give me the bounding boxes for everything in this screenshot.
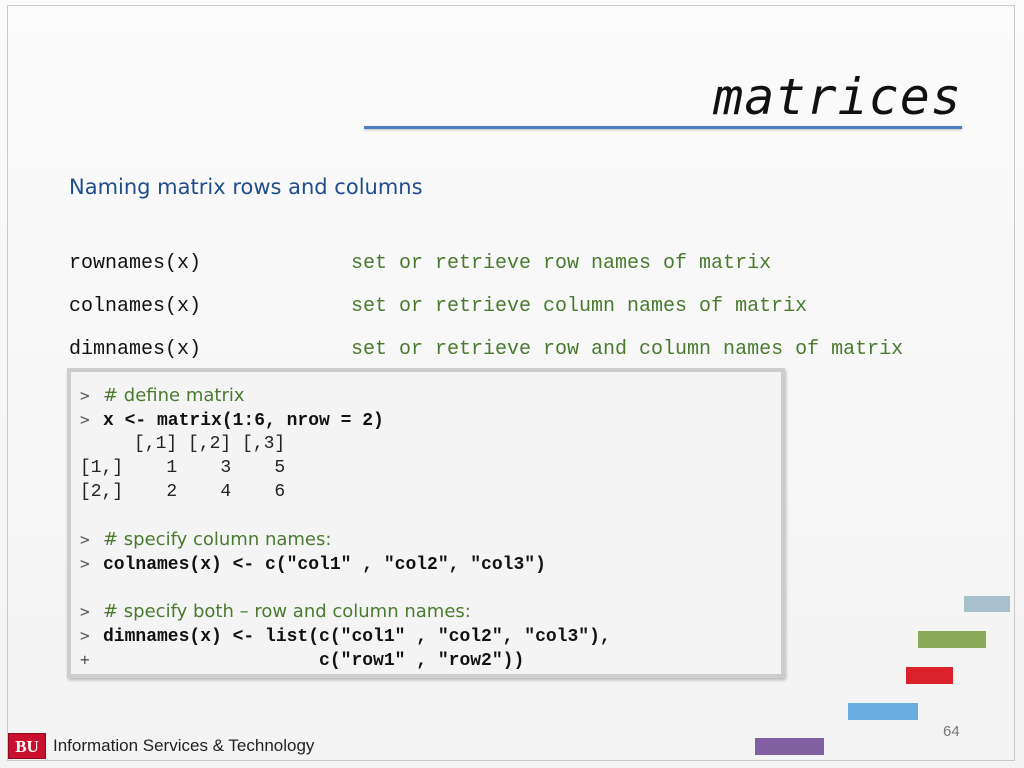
- function-name: rownames(x): [69, 252, 202, 275]
- console-line: > dimnames(x) <- list(c("col1" , "col2", …: [80, 624, 781, 648]
- prompt: >: [80, 602, 90, 621]
- code-command: colnames(x) <- c("col1" , "col2", "col3"…: [103, 555, 546, 575]
- prompt: >: [80, 530, 90, 549]
- slide-subtitle: Naming matrix rows and columns: [69, 175, 423, 199]
- function-description: set or retrieve row and column names of …: [351, 338, 904, 361]
- function-row-colnames: colnames(x) set or retrieve column names …: [69, 295, 807, 318]
- code-comment: # define matrix: [103, 385, 245, 406]
- prompt: >: [80, 386, 90, 405]
- footer-department: Information Services & Technology: [53, 736, 315, 755]
- function-description: set or retrieve row names of matrix: [351, 252, 772, 275]
- code-comment: # specify column names:: [103, 529, 332, 550]
- bu-logo: BU: [8, 733, 46, 759]
- decorative-bar-green: [918, 631, 986, 648]
- prompt: >: [80, 626, 90, 645]
- code-command: x <- matrix(1:6, nrow = 2): [103, 411, 384, 431]
- console-line: > # define matrix: [80, 384, 781, 408]
- decorative-bar-lightblue: [964, 596, 1010, 612]
- title-underline: [364, 126, 962, 129]
- code-command: c("row1" , "row2")): [103, 651, 525, 671]
- console-output: [,1] [,2] [,3]: [80, 434, 286, 454]
- function-row-dimnames: dimnames(x) set or retrieve row and colum…: [69, 338, 903, 361]
- decorative-bar-blue: [848, 703, 918, 720]
- function-name: colnames(x): [69, 295, 202, 318]
- code-command: dimnames(x) <- list(c("col1" , "col2", "…: [103, 627, 611, 647]
- console-output: [1,] 1 3 5: [80, 458, 286, 478]
- console-line: > # specify column names:: [80, 528, 781, 552]
- function-row-rownames: rownames(x) set or retrieve row names of …: [69, 252, 771, 275]
- slide: matrices Naming matrix rows and columns …: [0, 0, 1024, 768]
- prompt: >: [80, 410, 90, 429]
- console-line: > # specify both – row and column names:: [80, 600, 781, 624]
- continuation-prompt: +: [80, 650, 90, 669]
- code-comment: # specify both – row and column names:: [103, 601, 471, 622]
- console-line: > colnames(x) <- c("col1" , "col2", "col3…: [80, 552, 781, 576]
- function-name: dimnames(x): [69, 338, 202, 361]
- function-description: set or retrieve column names of matrix: [351, 295, 808, 318]
- decorative-bar-purple: [755, 738, 824, 755]
- prompt: >: [80, 554, 90, 573]
- decorative-bar-red: [906, 667, 953, 684]
- slide-title: matrices: [713, 68, 962, 126]
- r-console-example: > # define matrix > x <- matrix(1:6, nrow …: [67, 368, 785, 678]
- console-output: [2,] 2 4 6: [80, 482, 286, 502]
- page-number: 64: [943, 723, 960, 740]
- console-line: + c("row1" , "row2")): [80, 648, 781, 672]
- console-line: > x <- matrix(1:6, nrow = 2): [80, 408, 781, 432]
